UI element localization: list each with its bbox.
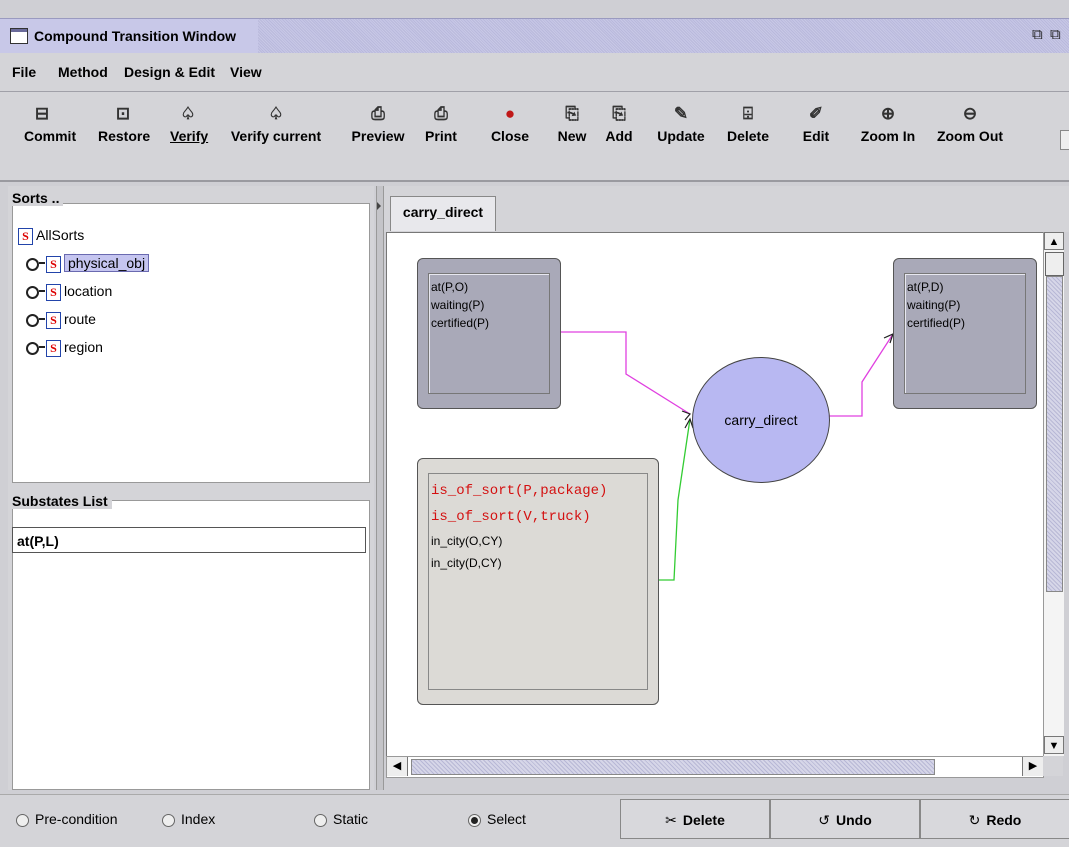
scroll-right-icon[interactable]: ▶: [1022, 757, 1043, 776]
vertical-scrollbar[interactable]: ▲ ▼: [1043, 232, 1064, 756]
scroll-thumb[interactable]: [1045, 252, 1064, 276]
edge-transition-to-right-state: [829, 333, 894, 417]
radio-index[interactable]: Index: [162, 811, 215, 827]
diagram-edges: [557, 331, 894, 581]
static-condition: in_city(O,CY): [431, 534, 503, 548]
horizontal-scrollbar[interactable]: ◀ ▶: [386, 756, 1044, 778]
static-sort-condition: is_of_sort(V,truck): [431, 509, 591, 525]
state-condition: certified(P): [907, 316, 966, 330]
bottom-bar: Pre-condition Index Static Select ✂ Delet…: [0, 794, 1069, 847]
static-sort-condition: is_of_sort(P,package): [431, 483, 608, 499]
scissors-icon: ✂: [665, 812, 677, 828]
radio-select[interactable]: Select: [468, 811, 526, 827]
scroll-track[interactable]: [1046, 276, 1063, 592]
static-conditions-box[interactable]: is_of_sort(P,package) is_of_sort(V,truck…: [417, 458, 659, 705]
arrowhead-icon: [681, 410, 692, 421]
postcondition-state-box[interactable]: at(P,D) waiting(P) certified(P): [893, 258, 1037, 409]
scroll-track[interactable]: [411, 759, 935, 775]
scroll-left-icon[interactable]: ◀: [387, 757, 408, 776]
radio-static[interactable]: Static: [314, 811, 368, 827]
undo-button[interactable]: ↺ Undo: [770, 799, 920, 839]
precondition-state-box[interactable]: at(P,O) waiting(P) certified(P): [417, 258, 561, 409]
state-condition: at(P,O): [431, 280, 469, 294]
state-condition: at(P,D): [907, 280, 944, 294]
transition-node[interactable]: carry_direct: [692, 357, 830, 483]
edge-left-state-to-transition: [557, 331, 691, 415]
compound-transition-window: Compound Transition Window ⧉ ⧉ File Meth…: [0, 0, 1069, 847]
state-condition: waiting(P): [907, 298, 961, 312]
state-condition: waiting(P): [431, 298, 485, 312]
edge-static-to-transition: [656, 418, 691, 581]
static-condition: in_city(D,CY): [431, 556, 502, 570]
scroll-up-icon[interactable]: ▲: [1044, 232, 1064, 250]
redo-icon: ↻: [968, 812, 981, 828]
radio-pre-condition[interactable]: Pre-condition: [16, 811, 118, 827]
scroll-down-icon[interactable]: ▼: [1044, 736, 1064, 754]
state-condition: certified(P): [431, 316, 490, 330]
delete-selection-button[interactable]: ✂ Delete: [620, 799, 770, 839]
undo-icon: ↺: [818, 812, 830, 828]
redo-button[interactable]: ↻ Redo: [920, 799, 1069, 839]
